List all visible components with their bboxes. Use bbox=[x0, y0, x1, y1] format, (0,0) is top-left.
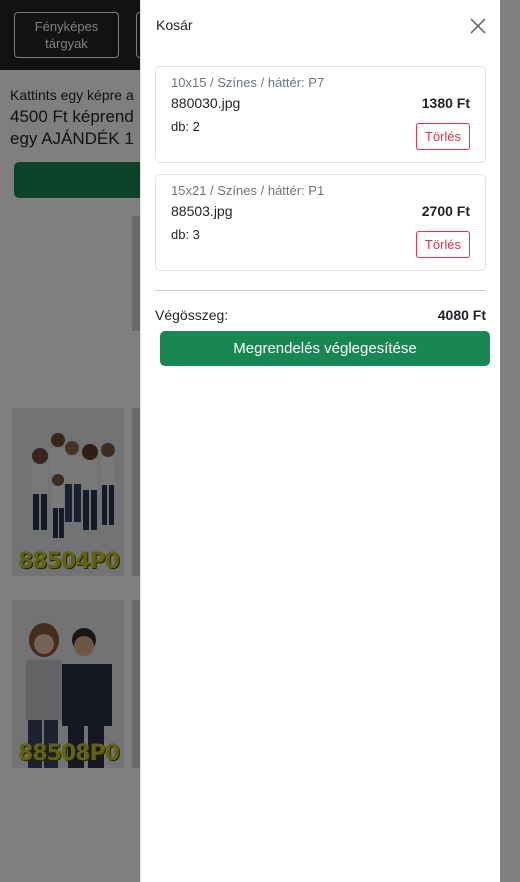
delete-item-button[interactable]: Törlés bbox=[415, 123, 470, 150]
cart-item-price: 1380 Ft bbox=[421, 95, 470, 111]
cart-item-filename: 880030.jpg bbox=[171, 95, 241, 111]
divider bbox=[155, 290, 486, 291]
cart-item-filename: 88503.jpg bbox=[171, 203, 233, 219]
delete-item-button[interactable]: Törlés bbox=[415, 231, 470, 258]
cart-item-quantity: db: 3 bbox=[171, 227, 200, 242]
cart-item-price: 2700 Ft bbox=[421, 203, 470, 219]
total-value: 4080 Ft bbox=[437, 307, 486, 323]
cart-item-description: 15x21 / Színes / háttér: P1 bbox=[171, 183, 325, 198]
cart-item: 15x21 / Színes / háttér: P1 88503.jpg 27… bbox=[155, 174, 486, 271]
checkout-button[interactable]: Megrendelés véglegesítése bbox=[160, 331, 490, 366]
cart-title: Kosár bbox=[156, 17, 193, 33]
close-icon[interactable] bbox=[468, 16, 488, 36]
cart-item-quantity: db: 2 bbox=[171, 119, 200, 134]
cart-item-description: 10x15 / Színes / háttér: P7 bbox=[171, 75, 325, 90]
cart-item: 10x15 / Színes / háttér: P7 880030.jpg 1… bbox=[155, 66, 486, 163]
total-label: Végösszeg: bbox=[155, 307, 229, 323]
cart-panel: Kosár 10x15 / Színes / háttér: P7 880030… bbox=[140, 0, 500, 882]
page-scrollbar[interactable] bbox=[500, 0, 520, 882]
